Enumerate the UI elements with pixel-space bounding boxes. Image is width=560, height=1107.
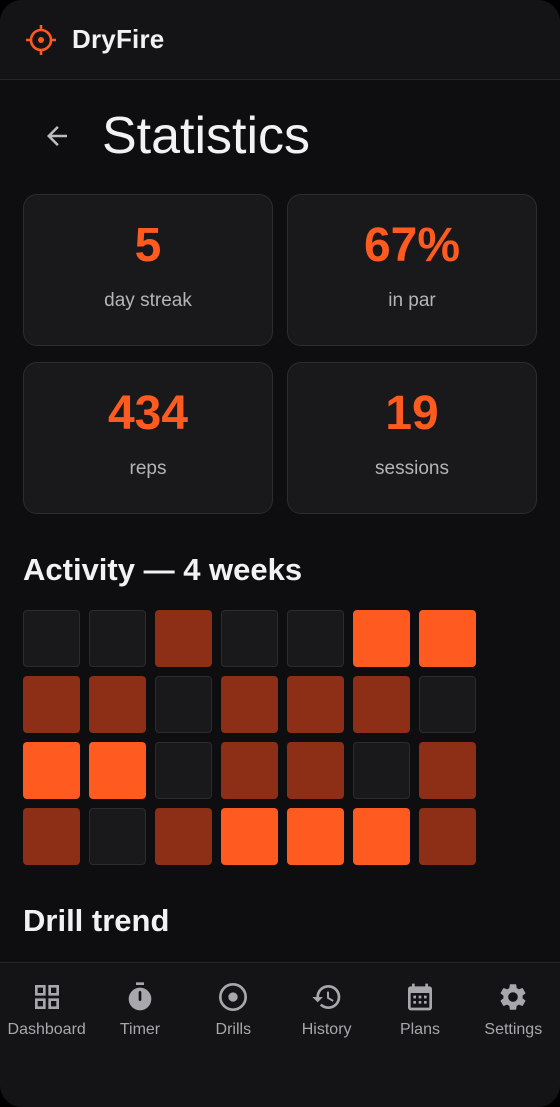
- stat-value: 19: [385, 387, 439, 440]
- back-button[interactable]: [40, 119, 74, 153]
- activity-day-cell: [155, 808, 212, 865]
- activity-day-cell: [23, 808, 80, 865]
- app-screen: DryFire Statistics 5 day streak 67% in p…: [0, 0, 560, 1107]
- nav-item-settings[interactable]: Settings: [467, 981, 560, 1107]
- page-header: Statistics: [0, 80, 560, 192]
- nav-item-drills[interactable]: Drills: [187, 981, 280, 1107]
- nav-item-history[interactable]: History: [280, 981, 373, 1107]
- app-name: DryFire: [72, 24, 165, 54]
- nav-item-dashboard[interactable]: Dashboard: [0, 981, 93, 1107]
- bottom-navigation: Dashboard Timer Drills History Plans Set…: [0, 962, 560, 1107]
- crosshair-logo-icon: [26, 24, 56, 55]
- nav-label: History: [301, 1021, 352, 1038]
- activity-day-cell: [221, 676, 278, 733]
- activity-day-cell: [353, 676, 410, 733]
- activity-day-cell: [419, 808, 476, 865]
- nav-label: Timer: [119, 1021, 161, 1038]
- stat-card-streak: 5 day streak: [23, 194, 273, 346]
- activity-day-cell: [89, 610, 146, 667]
- stat-label: in par: [388, 290, 436, 311]
- activity-day-cell: [353, 808, 410, 865]
- activity-day-cell: [155, 742, 212, 799]
- nav-item-timer[interactable]: Timer: [93, 981, 186, 1107]
- stat-label: reps: [129, 458, 167, 479]
- activity-day-cell: [155, 610, 212, 667]
- activity-day-cell: [89, 742, 146, 799]
- activity-title: Activity — 4 weeks: [23, 552, 303, 587]
- page-title: Statistics: [102, 107, 311, 165]
- activity-day-cell: [353, 610, 410, 667]
- timer-icon: [128, 982, 152, 1011]
- stat-label: sessions: [375, 458, 449, 479]
- activity-day-cell: [155, 676, 212, 733]
- activity-day-cell: [89, 676, 146, 733]
- stat-card-reps: 434 reps: [23, 362, 273, 514]
- nav-label: Dashboard: [7, 1021, 86, 1038]
- nav-item-plans[interactable]: Plans: [373, 981, 466, 1107]
- stat-value: 67%: [363, 219, 461, 272]
- activity-day-cell: [287, 808, 344, 865]
- activity-day-cell: [89, 808, 146, 865]
- activity-day-cell: [287, 742, 344, 799]
- activity-day-cell: [23, 610, 80, 667]
- activity-day-cell: [419, 676, 476, 733]
- stat-value: 5: [134, 219, 162, 272]
- activity-day-cell: [221, 808, 278, 865]
- activity-day-cell: [23, 742, 80, 799]
- activity-heatmap: [0, 610, 560, 865]
- dashboard-icon: [34, 985, 59, 1009]
- stat-label: day streak: [104, 290, 192, 311]
- app-bar: DryFire: [0, 0, 560, 80]
- gear-icon: [500, 984, 526, 1010]
- nav-label: Plans: [399, 1021, 440, 1038]
- stat-value: 434: [107, 387, 189, 440]
- activity-day-cell: [221, 610, 278, 667]
- history-icon: [311, 985, 340, 1009]
- nav-label: Drills: [215, 1021, 252, 1038]
- activity-day-cell: [221, 742, 278, 799]
- drill-trend-title: Drill trend: [23, 903, 170, 938]
- nav-label: Settings: [484, 1021, 543, 1038]
- arrow-back-icon: [47, 126, 67, 146]
- activity-day-cell: [419, 610, 476, 667]
- activity-day-cell: [287, 610, 344, 667]
- stat-card-sessions: 19 sessions: [287, 362, 537, 514]
- activity-day-cell: [353, 742, 410, 799]
- drills-icon: [219, 983, 248, 1011]
- activity-day-cell: [23, 676, 80, 733]
- activity-day-cell: [419, 742, 476, 799]
- calendar-icon: [407, 983, 432, 1011]
- stats-cards: 5 day streak 67% in par 434 reps 19 sess…: [0, 194, 560, 514]
- activity-day-cell: [287, 676, 344, 733]
- stat-card-in-par: 67% in par: [287, 194, 537, 346]
